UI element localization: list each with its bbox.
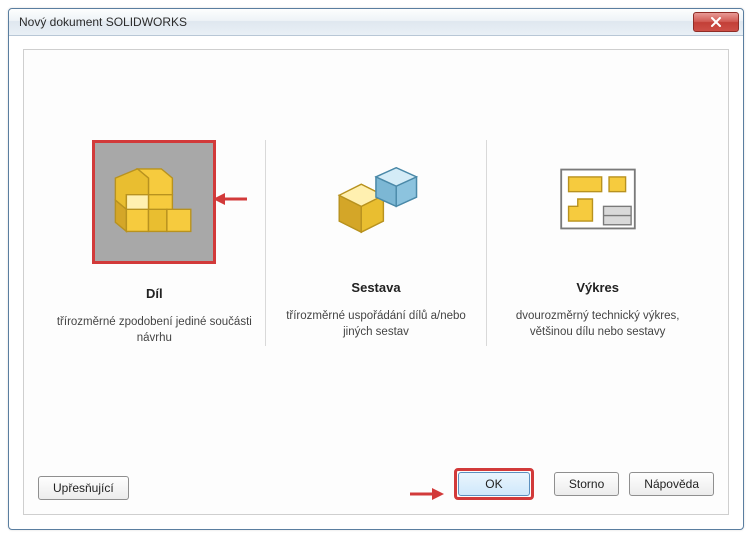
template-options: Díl třírozměrné zpodobení jediné součást…: [44, 140, 708, 346]
part-icon: [108, 156, 200, 248]
button-bar: Upřesňující OK Storno Nápověda: [38, 472, 714, 500]
option-drawing-title: Výkres: [495, 280, 700, 295]
drawing-icon: [552, 153, 644, 245]
dialog-body: Díl třírozměrné zpodobení jediné součást…: [23, 49, 729, 515]
advanced-button[interactable]: Upřesňující: [38, 476, 129, 500]
help-button[interactable]: Nápověda: [629, 472, 714, 496]
cancel-button[interactable]: Storno: [554, 472, 619, 496]
dialog-title: Nový dokument SOLIDWORKS: [19, 15, 693, 29]
title-bar: Nový dokument SOLIDWORKS: [9, 9, 743, 36]
option-assembly[interactable]: Sestava třírozměrné uspořádání dílů a/ne…: [265, 140, 487, 346]
option-assembly-description: třírozměrné uspořádání dílů a/nebo jinýc…: [274, 309, 479, 340]
close-button[interactable]: [693, 12, 739, 32]
assembly-icon-box: [317, 140, 435, 258]
drawing-icon-box: [539, 140, 657, 258]
dialog-window: Nový dokument SOLIDWORKS: [8, 8, 744, 530]
option-drawing[interactable]: Výkres dvourozměrný technický výkres, vě…: [486, 140, 708, 346]
part-icon-box: [92, 140, 216, 264]
close-icon: [710, 17, 722, 27]
option-part-description: třírozměrné zpodobení jediné součásti ná…: [52, 315, 257, 346]
option-part[interactable]: Díl třírozměrné zpodobení jediné součást…: [44, 140, 265, 346]
ok-button[interactable]: OK: [458, 472, 530, 496]
assembly-icon: [330, 153, 422, 245]
option-drawing-description: dvourozměrný technický výkres, většinou …: [495, 309, 700, 340]
option-assembly-title: Sestava: [274, 280, 479, 295]
option-part-title: Díl: [52, 286, 257, 301]
ok-button-highlight: OK: [454, 468, 534, 500]
